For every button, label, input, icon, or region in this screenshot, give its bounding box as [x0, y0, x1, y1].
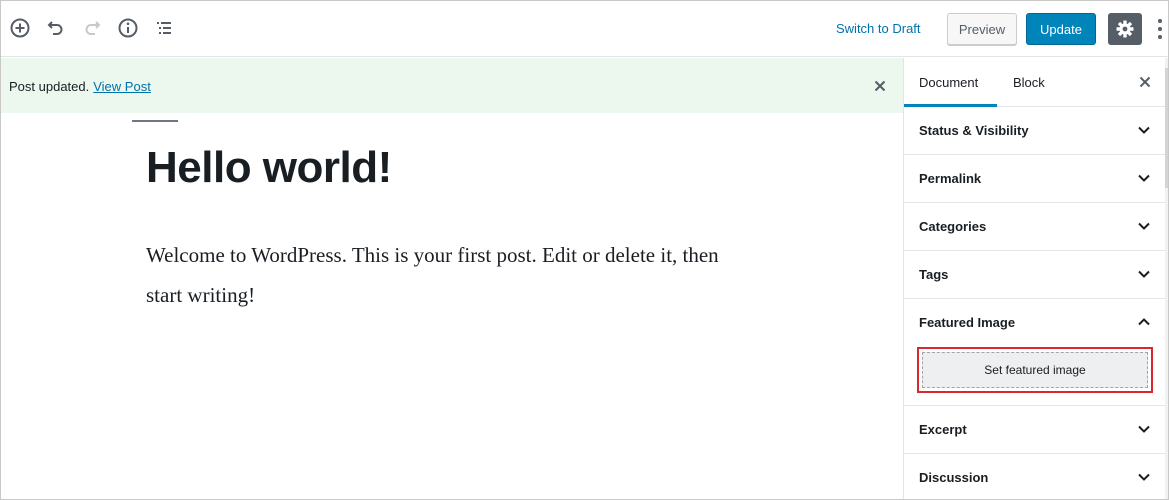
- tab-label: Document: [919, 75, 979, 90]
- panel-excerpt[interactable]: Excerpt: [904, 406, 1168, 454]
- undo-icon[interactable]: [43, 15, 69, 41]
- panel-discussion[interactable]: Discussion: [904, 454, 1168, 499]
- chevron-up-icon[interactable]: [1136, 314, 1152, 330]
- chevron-down-icon: [1136, 421, 1152, 437]
- panel-permalink[interactable]: Permalink: [904, 155, 1168, 203]
- sidebar-scrollbar[interactable]: [1165, 58, 1168, 499]
- settings-sidebar: Document Block Status & Visibility Perma…: [903, 58, 1168, 499]
- editor-canvas: Hello world! Welcome to WordPress. This …: [1, 113, 903, 499]
- chevron-down-icon: [1136, 218, 1152, 234]
- chevron-down-icon: [1136, 170, 1152, 186]
- close-icon[interactable]: [1136, 73, 1154, 91]
- panel-title: Discussion: [919, 470, 989, 485]
- panel-title: Excerpt: [919, 422, 967, 437]
- post-updated-notice: Post updated. View Post: [1, 58, 903, 113]
- scrollbar-thumb[interactable]: [1165, 68, 1168, 188]
- dot: [1158, 27, 1162, 31]
- panel-title: Permalink: [919, 171, 982, 186]
- update-button[interactable]: Update: [1026, 13, 1096, 45]
- dot: [1158, 35, 1162, 39]
- tab-document[interactable]: Document: [904, 58, 997, 107]
- add-block-icon[interactable]: [7, 15, 33, 41]
- switch-to-draft-link[interactable]: Switch to Draft: [836, 21, 921, 36]
- outline-icon[interactable]: [151, 15, 177, 41]
- panel-tags[interactable]: Tags: [904, 251, 1168, 299]
- tab-label: Block: [1013, 75, 1045, 90]
- close-icon[interactable]: [871, 77, 889, 95]
- dot: [1158, 19, 1162, 23]
- chevron-down-icon: [1136, 266, 1152, 282]
- editor-window: Switch to Draft Preview Update Post upda…: [0, 0, 1169, 500]
- top-toolbar: Switch to Draft Preview Update: [1, 1, 1168, 57]
- sidebar-tabs: Document Block: [904, 58, 1168, 107]
- view-post-link[interactable]: View Post: [93, 79, 151, 94]
- notice-message: Post updated. View Post: [9, 79, 151, 94]
- panel-title: Tags: [919, 267, 949, 282]
- notice-text: Post updated.: [9, 79, 90, 94]
- panel-status-visibility[interactable]: Status & Visibility: [904, 107, 1168, 155]
- tab-block[interactable]: Block: [1013, 58, 1045, 107]
- panel-featured-image: Featured Image Set featured image: [904, 299, 1168, 406]
- gear-icon: [1116, 20, 1134, 38]
- preview-button[interactable]: Preview: [947, 13, 1017, 45]
- redo-icon[interactable]: [79, 15, 105, 41]
- settings-button[interactable]: [1108, 13, 1142, 45]
- panel-title: Status & Visibility: [919, 123, 1029, 138]
- chevron-down-icon: [1136, 469, 1152, 485]
- panel-title[interactable]: Featured Image: [919, 315, 1015, 330]
- chevron-down-icon: [1136, 122, 1152, 138]
- more-menu-icon[interactable]: [1153, 17, 1167, 41]
- info-icon[interactable]: [115, 15, 141, 41]
- set-featured-image-button[interactable]: Set featured image: [922, 352, 1148, 388]
- paragraph-block[interactable]: Welcome to WordPress. This is your first…: [146, 235, 756, 315]
- panel-title: Categories: [919, 219, 987, 234]
- post-title[interactable]: Hello world!: [146, 143, 392, 193]
- block-separator: [132, 120, 178, 122]
- featured-image-highlight: Set featured image: [917, 347, 1153, 393]
- panel-categories[interactable]: Categories: [904, 203, 1168, 251]
